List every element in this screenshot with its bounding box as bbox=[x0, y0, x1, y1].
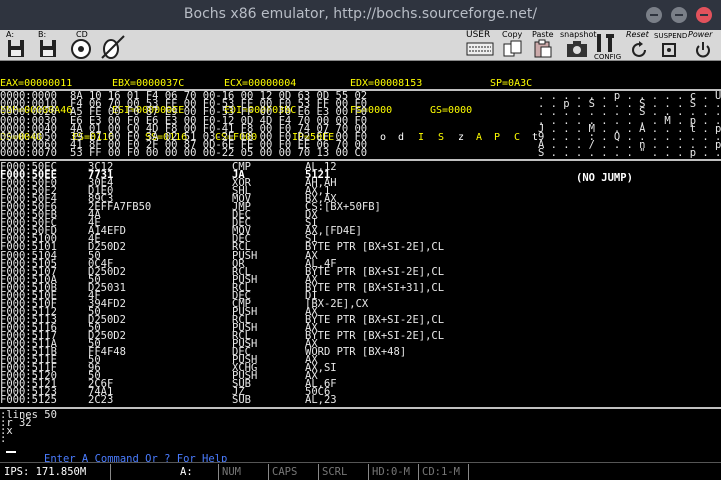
toolbar: A: B: CD USER Copy Paste snapshot CONFIG… bbox=[0, 30, 721, 61]
ips-indicator: IPS: 171.850M bbox=[4, 466, 87, 478]
tools-icon bbox=[597, 34, 614, 52]
suspend-icon bbox=[662, 43, 676, 57]
keyboard-icon bbox=[466, 42, 494, 56]
copy-icon bbox=[503, 40, 522, 57]
instruction-ops: BYTE PTR [BX+SI-2E],CL bbox=[305, 329, 445, 342]
instruction-row: F000:511E 50 PUSH AX bbox=[0, 355, 721, 366]
instruction-row: F000:5113 D250D2 RCL BYTE PTR [BX+SI-2E],CL bbox=[0, 313, 721, 326]
config-button[interactable]: CONFIG bbox=[594, 30, 622, 61]
jump-status: (NO JUMP) bbox=[576, 172, 633, 184]
floppy-b-button[interactable]: B: bbox=[38, 30, 62, 61]
instruction-row: F000:5101 D250D2 RCL BYTE PTR [BX+SI-2E],CL bbox=[0, 241, 721, 254]
console-line: : bbox=[0, 433, 7, 445]
drive-indicator: A: bbox=[180, 466, 193, 478]
instruction-row: F000:510F 394FD2 CMP [BX-2E],CX bbox=[0, 299, 721, 310]
mouse-button[interactable] bbox=[100, 30, 128, 61]
user-button[interactable]: USER bbox=[466, 30, 496, 61]
floppy-a-label: A: bbox=[6, 30, 15, 39]
suspend-button[interactable]: SUSPEND bbox=[654, 30, 690, 61]
memory-dump: 0000:0000 8A 10 16 01 F4 06 70 00-16 00 1… bbox=[0, 91, 721, 160]
instruction-row: F000:50F6 2EFFA7FB50 JMP CS:[BX+50FB] bbox=[0, 202, 721, 213]
power-button[interactable]: Power bbox=[688, 30, 720, 61]
config-label: CONFIG bbox=[594, 53, 622, 61]
caps-lock-indicator: CAPS bbox=[272, 466, 298, 478]
cdrom-label: CD bbox=[76, 30, 88, 39]
mouse-disabled-icon bbox=[101, 35, 125, 59]
instruction-row: F000:5125 2C23 SUB AL,23 bbox=[0, 394, 721, 407]
num-lock-indicator: NUM bbox=[222, 466, 241, 478]
window-title: Bochs x86 emulator, http://bochs.sourcef… bbox=[183, 6, 538, 22]
status-bar: IPS: 171.850M A: NUM CAPS SCRL HD:0-M CD… bbox=[0, 462, 721, 480]
power-icon bbox=[696, 42, 710, 58]
reg-ecx: ECX=00000004 bbox=[224, 78, 297, 89]
console-line: :lines 50 bbox=[0, 409, 57, 421]
instruction-ops: BYTE PTR [BX+SI-2E],CL bbox=[305, 313, 445, 326]
disassembly-view: F000:50EC 3C12 CMP AL,12 F000:50EE 7731 JA 5121… bbox=[0, 162, 721, 407]
reset-button[interactable]: Reset bbox=[626, 30, 656, 61]
instruction-row: F000:5117 D250D2 RCL BYTE PTR [BX+SI-2E],CL bbox=[0, 329, 721, 342]
cd-indicator: CD:1-M bbox=[422, 466, 460, 478]
floppy-icon bbox=[40, 40, 56, 57]
memory-addr: 0000:0070 bbox=[0, 147, 57, 160]
memory-ascii: S . . . . . . . " . . . p . . . bbox=[538, 147, 721, 160]
minimize-button[interactable] bbox=[646, 7, 662, 23]
instruction-ops: BYTE PTR [BX+SI-2E],CL bbox=[305, 265, 445, 278]
instruction-ops: AL,23 bbox=[305, 394, 337, 407]
reg-edx: EDX=00008153 bbox=[350, 78, 423, 89]
cdrom-button[interactable]: CD bbox=[70, 30, 96, 61]
text-cursor bbox=[6, 451, 16, 453]
camera-icon bbox=[567, 41, 587, 57]
memory-bytes: 53 FF 00 F0 00 00 00 00-22 05 00 00 70 1… bbox=[70, 147, 368, 160]
paste-label: Paste bbox=[532, 30, 554, 39]
title-bar: Bochs x86 emulator, http://bochs.sourcef… bbox=[0, 0, 721, 30]
instruction-row: F000:50FB 4A DEC DX bbox=[0, 210, 721, 221]
reset-icon bbox=[632, 41, 646, 57]
copy-button[interactable]: Copy bbox=[502, 30, 528, 61]
reg-ebx: EBX=0000037C bbox=[112, 78, 185, 89]
scroll-lock-indicator: SCRL bbox=[322, 466, 348, 478]
paste-button[interactable]: Paste bbox=[532, 30, 560, 61]
reg-sp: SP=0A3C bbox=[490, 78, 533, 89]
instruction-row: F000:510B D25031 RCL BYTE PTR [BX+SI+31],CL bbox=[0, 281, 721, 294]
power-label: Power bbox=[688, 30, 713, 39]
instruction-bytes: 2C23 bbox=[88, 394, 114, 407]
instruction-row: F000:511F 96 XCHG AX,SI bbox=[0, 363, 721, 374]
reset-label: Reset bbox=[626, 30, 649, 39]
maximize-button[interactable] bbox=[671, 7, 687, 23]
instruction-mnem: SUB bbox=[232, 394, 251, 407]
floppy-a-button[interactable]: A: bbox=[6, 30, 30, 61]
instruction-ops: WORD PTR [BX+48] bbox=[305, 346, 407, 359]
instruction-row: F000:511B FF4F48 DEC WORD PTR [BX+48] bbox=[0, 346, 721, 359]
instruction-ops: BYTE PTR [BX+SI-2E],CL bbox=[305, 241, 445, 254]
copy-label: Copy bbox=[502, 30, 523, 39]
divider bbox=[0, 407, 721, 409]
console-line: :r 32 bbox=[0, 417, 32, 429]
reg-eax: EAX=00000011 bbox=[0, 78, 73, 89]
instruction-row: F000:5107 D250D2 RCL BYTE PTR [BX+SI-2E],CL bbox=[0, 265, 721, 278]
command-console[interactable]: :lines 50:r 32:x: bbox=[0, 409, 721, 445]
snapshot-label: snapshot bbox=[560, 30, 597, 39]
instruction-ops: BYTE PTR [BX+SI+31],CL bbox=[305, 281, 445, 294]
floppy-b-label: B: bbox=[38, 30, 47, 39]
user-label: USER bbox=[466, 30, 491, 40]
hd-indicator: HD:0-M bbox=[372, 466, 410, 478]
cdrom-icon bbox=[71, 39, 91, 59]
instruction-addr: F000:5125 bbox=[0, 394, 57, 407]
instruction-row: F000:50FD A14EFD MOV AX,[FD4E] bbox=[0, 226, 721, 237]
memory-row: 0000:0070 53 FF 00 F0 00 00 00 00-22 05 0… bbox=[0, 147, 721, 160]
register-panel: EAX=00000011 EBX=0000037C ECX=00000004 E… bbox=[0, 61, 721, 143]
close-button[interactable] bbox=[696, 7, 712, 23]
suspend-label: SUSPEND bbox=[654, 32, 688, 40]
console-line: :x bbox=[0, 425, 13, 437]
floppy-icon bbox=[8, 40, 24, 57]
paste-icon bbox=[534, 39, 552, 58]
snapshot-button[interactable]: snapshot bbox=[560, 30, 597, 61]
